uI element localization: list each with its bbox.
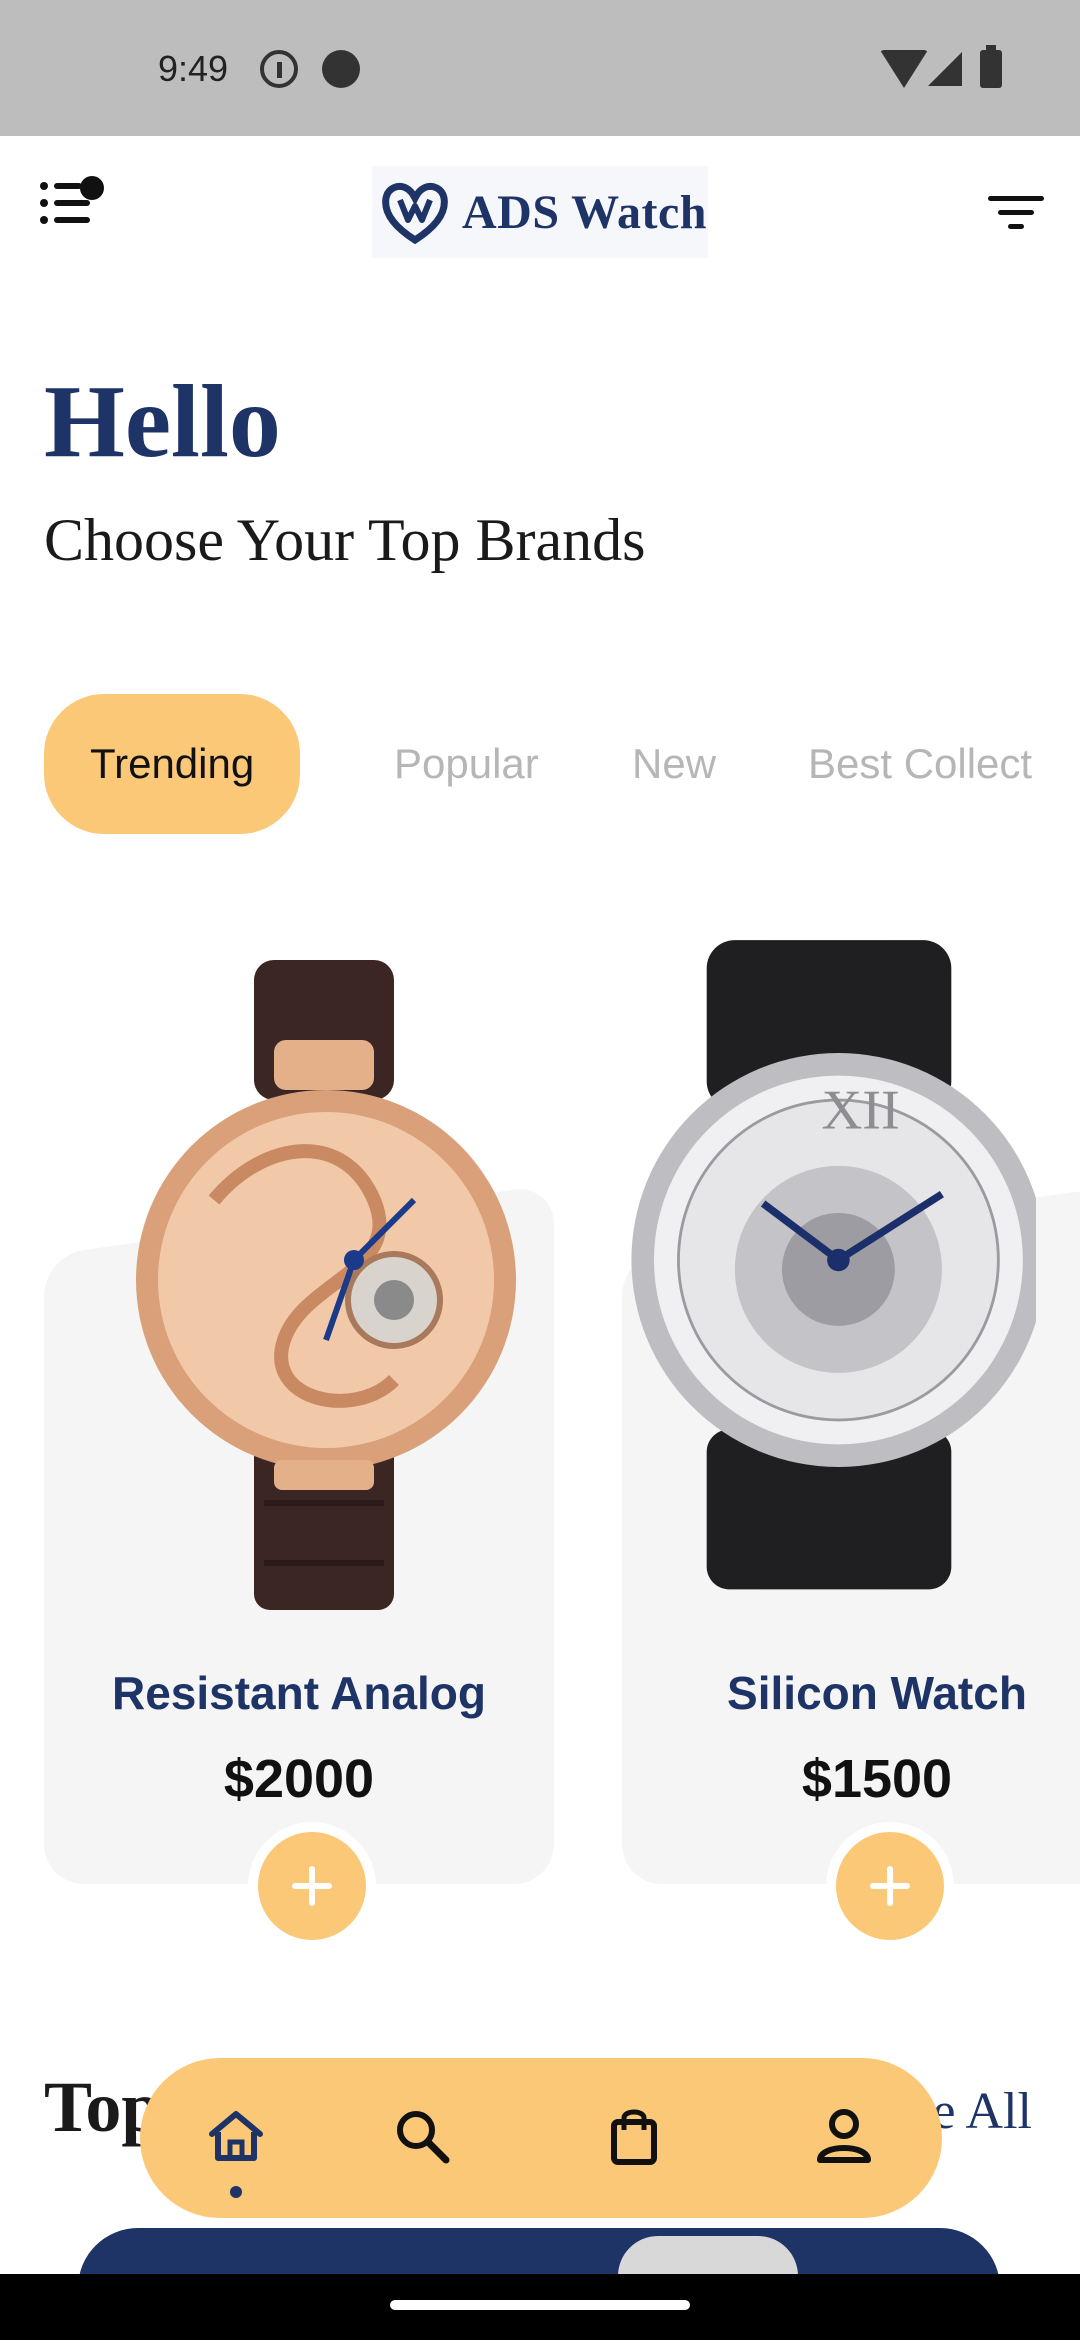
system-gesture-bar	[0, 2274, 1080, 2340]
tab-trending[interactable]: Trending	[44, 694, 301, 834]
signal-icon	[928, 52, 962, 86]
svg-text:XII: XII	[821, 1079, 899, 1141]
cat-icon	[322, 50, 360, 88]
bottom-navigation	[140, 2058, 942, 2218]
watch-image: XII	[631, 940, 1036, 1590]
notification-badge	[80, 176, 104, 200]
battery-icon	[980, 45, 1002, 88]
menu-icon[interactable]	[38, 172, 108, 232]
search-icon[interactable]	[390, 2104, 454, 2168]
brand-logo: ADS Watch	[372, 166, 708, 258]
active-indicator	[230, 2186, 242, 2198]
wifi-icon	[880, 50, 928, 88]
home-gesture-handle[interactable]	[390, 2300, 690, 2310]
category-tabs: Trending Popular New Best Collect	[44, 694, 1044, 834]
status-time: 9:49	[158, 48, 229, 89]
brand-name: ADS Watch	[462, 185, 707, 239]
greeting-subtitle: Choose Your Top Brands	[44, 507, 646, 573]
product-name: Resistant Analog	[111, 1667, 487, 1719]
tab-best-collection[interactable]: Best Collect	[808, 694, 1032, 834]
product-price: $2000	[223, 1749, 375, 1809]
info-icon	[260, 50, 298, 88]
product-name: Silicon Watch	[727, 1667, 1027, 1719]
tab-new[interactable]: New	[632, 694, 716, 834]
filter-icon[interactable]	[988, 192, 1044, 232]
tab-popular[interactable]: Popular	[394, 694, 539, 834]
status-bar: 9:49	[0, 0, 1080, 136]
product-price: $1500	[801, 1749, 953, 1809]
see-all-link[interactable]: e All	[932, 2082, 1032, 2141]
profile-icon[interactable]	[812, 2104, 876, 2168]
greeting-title: Hello	[44, 364, 281, 479]
add-to-cart-button[interactable]	[836, 1832, 944, 1940]
shopping-bag-icon[interactable]	[602, 2104, 666, 2168]
add-to-cart-button[interactable]	[258, 1832, 366, 1940]
home-icon[interactable]	[204, 2104, 268, 2168]
watch-image	[136, 960, 516, 1610]
logo-mark-icon	[382, 182, 448, 244]
